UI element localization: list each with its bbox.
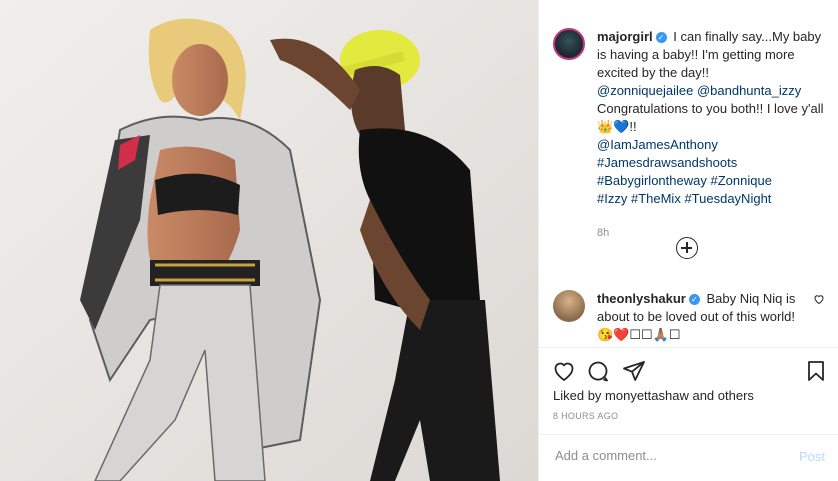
author-avatar[interactable] bbox=[553, 28, 585, 60]
mention-link[interactable]: @bandhunta_izzy bbox=[697, 83, 801, 98]
tag-link[interactable]: #Jamesdrawsandshoots bbox=[597, 155, 737, 170]
tag-link[interactable]: #TheMix bbox=[631, 191, 681, 206]
share-icon[interactable] bbox=[621, 358, 647, 384]
tag-link[interactable]: #Babygirlontheway bbox=[597, 173, 707, 188]
action-bar: Liked by monyettashaw and others 8 HOURS… bbox=[539, 347, 838, 434]
heart-icon[interactable] bbox=[551, 358, 577, 384]
bookmark-icon[interactable] bbox=[803, 358, 829, 384]
comment-item: theonlyshakur ✓ Baby Niq Niq is about to … bbox=[553, 290, 825, 344]
posted-ago-timestamp[interactable]: 8 HOURS AGO bbox=[553, 411, 618, 421]
comment-text-block: theonlyshakur ✓ Baby Niq Niq is about to … bbox=[597, 290, 807, 344]
post-photo-illustration bbox=[0, 0, 538, 481]
comment-like-heart-icon[interactable] bbox=[813, 292, 825, 310]
caption-text-block: majorgirl ✓ I can finally say...My baby i… bbox=[597, 28, 825, 242]
comments-section[interactable]: majorgirl ✓ I can finally say...My baby i… bbox=[539, 0, 838, 347]
tag-link[interactable]: #TuesdayNight bbox=[684, 191, 771, 206]
post-photo[interactable] bbox=[0, 0, 538, 481]
tag-link[interactable]: @IamJamesAnthony bbox=[597, 137, 718, 152]
liked-by-text[interactable]: Liked by monyettashaw and others bbox=[553, 388, 754, 403]
verified-badge-icon: ✓ bbox=[688, 294, 700, 305]
post-comment-button[interactable]: Post bbox=[799, 449, 825, 464]
caption-text-2: Congratulations to you both!! I love y'a… bbox=[597, 101, 824, 116]
add-comment-bar: Post bbox=[539, 434, 838, 481]
add-comment-input[interactable] bbox=[553, 447, 777, 464]
commenter-avatar[interactable] bbox=[553, 290, 585, 322]
caption-emojis: 👑💙!! bbox=[597, 119, 637, 134]
comment-icon[interactable] bbox=[585, 358, 611, 384]
tag-link[interactable]: #Zonnique bbox=[710, 173, 771, 188]
commenter-username[interactable]: theonlyshakur bbox=[597, 291, 686, 306]
mention-link[interactable]: @zonniquejailee bbox=[597, 83, 693, 98]
author-username[interactable]: majorgirl bbox=[597, 29, 653, 44]
tag-link[interactable]: #Izzy bbox=[597, 191, 627, 206]
caption-comment: majorgirl ✓ I can finally say...My baby i… bbox=[553, 28, 825, 242]
instagram-post: majorgirl ✓ I can finally say...My baby i… bbox=[0, 0, 838, 481]
plus-circle-icon[interactable] bbox=[676, 237, 698, 259]
verified-badge-icon: ✓ bbox=[655, 32, 667, 43]
post-sidebar: majorgirl ✓ I can finally say...My baby i… bbox=[538, 0, 838, 481]
caption-timestamp[interactable]: 8h bbox=[597, 224, 825, 242]
